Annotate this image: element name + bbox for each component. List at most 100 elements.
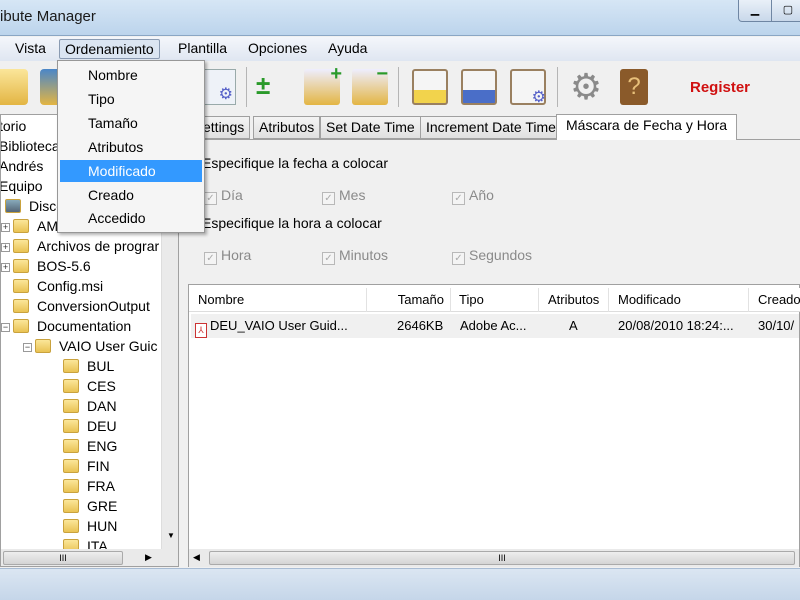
gear-icon[interactable]: ⚙ [568, 69, 604, 105]
menu-opciones[interactable]: Opciones [243, 39, 312, 59]
toolbar-separator [557, 67, 558, 107]
folder-icon [35, 339, 51, 353]
tab-mascara-fecha-hora[interactable]: Máscara de Fecha y Hora [556, 114, 738, 140]
scroll-thumb[interactable]: III [209, 551, 795, 565]
tree-item-label: GRE [87, 498, 118, 514]
menu-item-tipo[interactable]: Tipo [60, 88, 202, 110]
tree-item[interactable]: HUN [63, 516, 117, 536]
collapse-icon[interactable]: − [23, 343, 32, 352]
tree-item-label: AM [37, 218, 58, 234]
tab-settings[interactable]: ettings [198, 116, 251, 139]
toolbar-separator [246, 67, 247, 107]
menu-item-creado[interactable]: Creado [60, 184, 202, 206]
clipboard-open-icon[interactable] [412, 69, 448, 105]
tree-item[interactable]: FIN [63, 456, 110, 476]
tree-item[interactable]: DEU [63, 416, 117, 436]
menu-item-accedido[interactable]: Accedido [60, 207, 202, 229]
column-tipo[interactable]: Tipo [451, 288, 539, 312]
clipboard-save-icon[interactable] [461, 69, 497, 105]
expand-icon[interactable]: + [1, 243, 10, 252]
tree-item-label: ENG [87, 438, 118, 454]
file-size-cell: 2646KB [397, 318, 444, 333]
scroll-down-arrow-icon[interactable]: ▼ [167, 531, 175, 540]
add-remove-icon[interactable]: ± [256, 69, 292, 105]
tree-item[interactable]: ConversionOutput [13, 296, 150, 316]
pdf-icon: ⅄ [195, 323, 207, 338]
tree-item-label: DEU [87, 418, 117, 434]
folder-icon [13, 279, 29, 293]
menu-item-tamano[interactable]: Tamaño [60, 112, 202, 134]
tree-item[interactable]: − VAIO User Guic [23, 336, 158, 356]
tree-item[interactable]: + Archivos de prograr [1, 236, 159, 256]
tab-set-date-time[interactable]: Set Date Time [320, 116, 421, 139]
checkbox-hora[interactable]: ✓ Hora [204, 247, 251, 265]
menu-item-nombre[interactable]: Nombre [60, 64, 202, 86]
expand-icon[interactable]: + [1, 223, 10, 232]
folder-icon [63, 519, 79, 533]
scroll-right-arrow-icon[interactable]: ▶ [145, 552, 152, 563]
folder-icon [63, 459, 79, 473]
minimize-button[interactable]: ▁ [738, 0, 772, 22]
folder-icon [13, 219, 29, 233]
tree-item[interactable]: CES [63, 376, 116, 396]
scroll-left-arrow-icon[interactable]: ◀ [193, 552, 200, 563]
menu-item-modificado[interactable]: Modificado [60, 160, 202, 182]
tree-item-label: BOS-5.6 [37, 258, 91, 274]
tree-item[interactable]: Equipo [1, 176, 43, 196]
menu-ayuda[interactable]: Ayuda [323, 39, 372, 59]
tree-horizontal-scrollbar[interactable]: III ▶ [1, 549, 178, 566]
menu-item-atributos[interactable]: Atributos [60, 136, 202, 158]
remove-files-icon[interactable]: − [352, 63, 388, 105]
check-icon: ✓ [452, 192, 465, 205]
checkbox-dia[interactable]: ✓ Día [204, 187, 243, 205]
file-created-cell: 30/10/ [758, 318, 795, 333]
menu-vista[interactable]: Vista [10, 39, 51, 59]
tab-atributos[interactable]: Atributos [253, 116, 321, 139]
tree-item[interactable]: + BOS-5.6 [1, 256, 91, 276]
tree-item-label: VAIO User Guic [59, 338, 158, 354]
tree-item[interactable]: DAN [63, 396, 117, 416]
tree-item[interactable]: Config.msi [13, 276, 103, 296]
check-icon: ✓ [452, 252, 465, 265]
register-link[interactable]: Register [690, 79, 750, 96]
column-modificado[interactable]: Modificado [609, 288, 749, 312]
column-atributos[interactable]: Atributos [539, 288, 609, 312]
status-bar [0, 568, 800, 600]
scroll-thumb[interactable]: III [3, 551, 123, 565]
tree-item[interactable]: GRE [63, 496, 117, 516]
tree-item[interactable]: torio [1, 116, 26, 136]
column-tamano[interactable]: Tamaño [367, 288, 451, 312]
window-title: ibute Manager [0, 8, 96, 25]
tree-item[interactable]: − Documentation [1, 316, 131, 336]
file-type-cell: Adobe Ac... [460, 318, 527, 333]
checkbox-ano[interactable]: ✓ Año [452, 187, 494, 205]
tab-increment-date-time[interactable]: Increment Date Time [420, 116, 562, 139]
checkbox-mes[interactable]: ✓ Mes [322, 187, 365, 205]
column-creado[interactable]: Creado [749, 288, 800, 312]
check-icon: ✓ [204, 192, 217, 205]
checkbox-segundos[interactable]: ✓ Segundos [452, 247, 532, 265]
tree-item-label: Andrés [0, 158, 44, 174]
checkbox-minutos[interactable]: ✓ Minutos [322, 247, 388, 265]
expand-icon[interactable]: + [1, 263, 10, 272]
maximize-button[interactable]: ▢ [771, 0, 800, 22]
tree-item[interactable]: FRA [63, 476, 115, 496]
tree-item-label: Config.msi [37, 278, 104, 294]
tree-item[interactable]: BUL [63, 356, 114, 376]
tree-item[interactable]: + AM [1, 216, 58, 236]
add-files-icon[interactable]: + [304, 63, 342, 105]
tree-item[interactable]: Disco [5, 196, 64, 216]
column-nombre[interactable]: Nombre [189, 288, 367, 312]
tree-item-label: ConversionOutput [37, 298, 150, 314]
settings-doc-icon[interactable]: ⚙ [200, 69, 236, 105]
clipboard-settings-icon[interactable]: ⚙ [510, 69, 546, 106]
title-bar: ibute Manager ▁ ▢ [0, 0, 800, 36]
list-horizontal-scrollbar[interactable]: ◀ III [189, 549, 799, 567]
help-book-icon[interactable]: ? [620, 69, 648, 105]
collapse-icon[interactable]: − [1, 323, 10, 332]
open-folder-icon[interactable] [0, 69, 28, 105]
tree-item[interactable]: Andrés [0, 156, 44, 176]
menu-ordenamiento[interactable]: Ordenamiento [59, 39, 160, 59]
tree-item[interactable]: ENG [63, 436, 117, 456]
menu-plantilla[interactable]: Plantilla [173, 39, 232, 59]
